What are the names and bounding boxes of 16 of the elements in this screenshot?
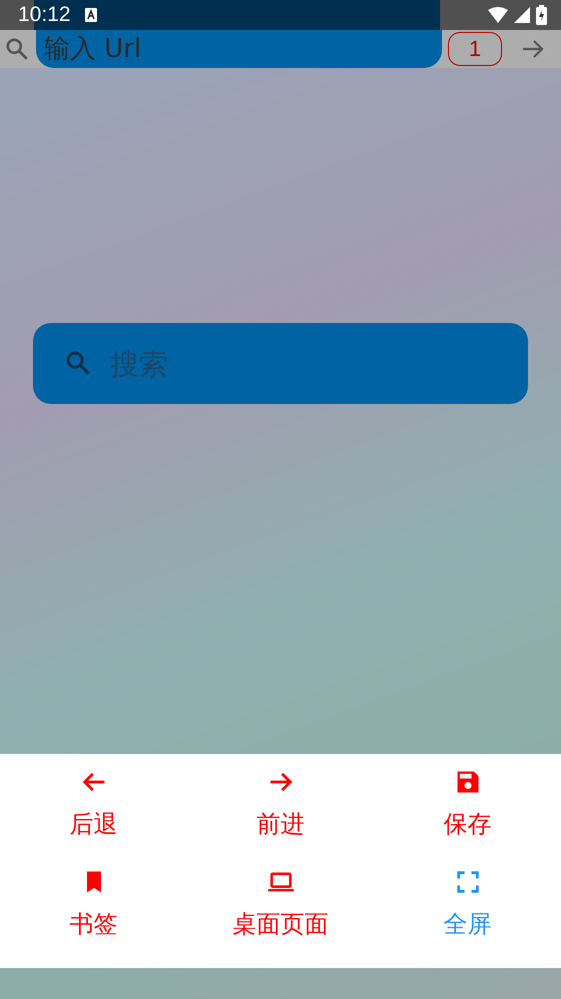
menu-item[interactable]: 书签 (70, 908, 118, 940)
menu-item[interactable]: 全屏 (444, 908, 492, 940)
search-icon (4, 36, 30, 62)
keyboard-notification-icon (84, 8, 97, 22)
signal-icon (514, 7, 530, 23)
tab-count-button[interactable]: 1 (448, 32, 502, 66)
battery-icon (536, 5, 547, 25)
menu-item[interactable]: 桌面页面 (232, 908, 328, 940)
menu-item[interactable]: 保存 (444, 808, 492, 840)
url-field[interactable]: 输入 Url (36, 30, 442, 68)
menu-item[interactable]: 后退 (70, 808, 118, 840)
menu-item[interactable]: 前进 (256, 808, 304, 840)
status-time: 10:12 (18, 3, 71, 27)
search-icon (64, 349, 92, 377)
wifi-icon (488, 7, 508, 23)
search-field[interactable]: 搜索 (33, 323, 528, 404)
